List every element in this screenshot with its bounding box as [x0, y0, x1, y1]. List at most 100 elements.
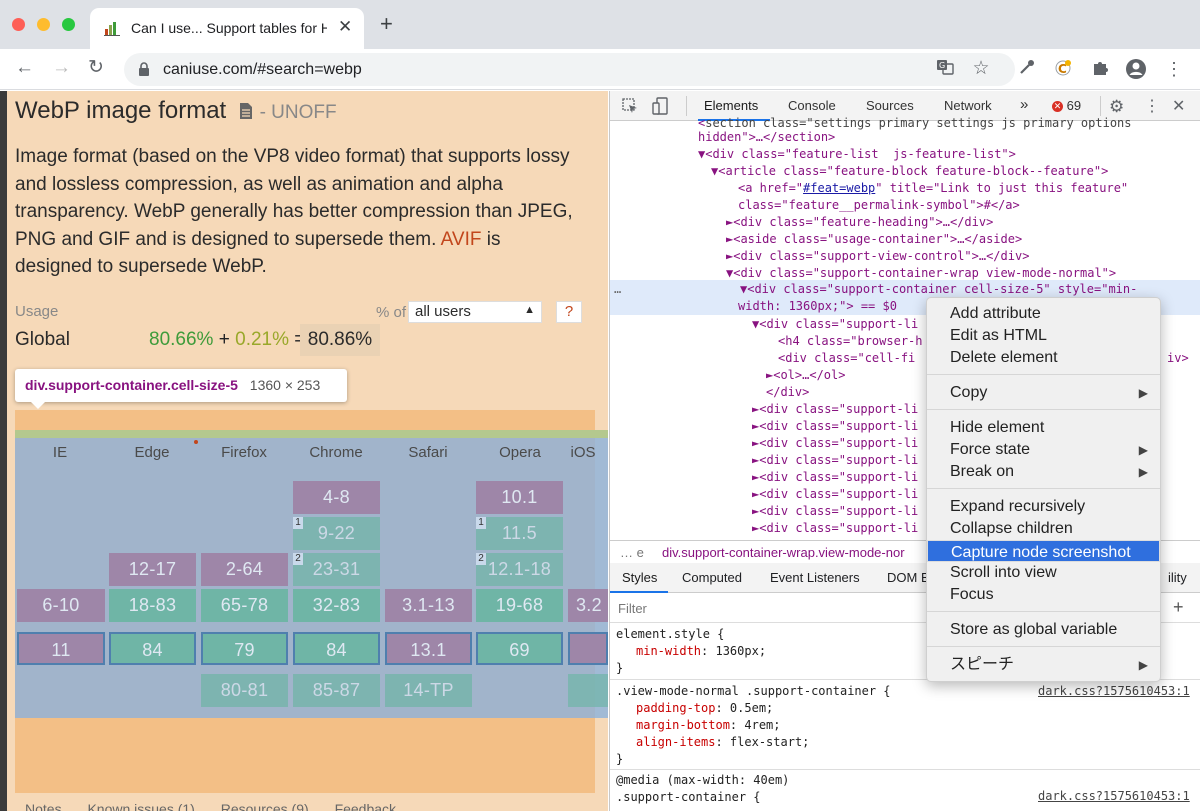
translate-icon[interactable]: G [934, 58, 956, 80]
support-cell[interactable]: 85-87 [293, 674, 380, 707]
tab-computed[interactable]: Computed [682, 570, 742, 585]
dom-line[interactable]: ►<div class="feature-heading">…</div> [726, 214, 993, 231]
note-badge[interactable]: 2 [476, 553, 486, 565]
stylesheet-source-link[interactable]: dark.css?1575610453:1 [1038, 789, 1190, 803]
dom-line[interactable]: ▼<article class="feature-block feature-b… [711, 163, 1108, 180]
dom-line[interactable]: <a href="#feat=webp" title="Link to just… [738, 180, 1128, 197]
support-cell[interactable]: 19-68 [476, 589, 563, 622]
support-cell[interactable]: 23-31 [293, 553, 380, 586]
dom-line[interactable]: ►<div class="support-view-control">…</di… [726, 248, 1029, 265]
users-select[interactable]: all users ▲ [408, 301, 542, 323]
reload-button[interactable]: ↻ [88, 58, 104, 78]
support-cell[interactable]: 18-83 [109, 589, 196, 622]
stylesheet-source-link[interactable]: dark.css?1575610453:1 [1038, 684, 1190, 698]
breadcrumb-item[interactable]: div.support-container-wrap.view-mode-nor [662, 545, 905, 560]
tab-feedback[interactable]: Feedback [335, 801, 396, 811]
extension-c-icon[interactable]: C [1052, 58, 1074, 80]
browser-tab[interactable]: Can I use... Support tables for H ✕ [90, 8, 364, 49]
menu-item-hide-element[interactable]: Hide element [927, 417, 1160, 439]
menu-item-speech[interactable]: スピーチ ▶ [927, 654, 1160, 676]
dom-line[interactable]: <h4 class="browser-h [778, 333, 923, 350]
support-cell-current[interactable]: 84 [109, 632, 196, 665]
rule-declaration[interactable]: align-items: flex-start; [616, 734, 891, 751]
dom-line[interactable]: </div> [766, 384, 809, 401]
dom-line[interactable]: <div class="cell-fi [778, 350, 915, 367]
tab-styles[interactable]: Styles [622, 570, 657, 585]
tab-accessibility[interactable]: ility [1168, 570, 1187, 585]
dom-line[interactable]: ►<div class="support-li [752, 520, 918, 537]
rule-selector[interactable]: .support-container { [616, 789, 789, 806]
devtools-menu-icon[interactable]: ⋮ [1144, 96, 1160, 116]
menu-item-edit-as-html[interactable]: Edit as HTML [927, 325, 1160, 347]
settings-gear-icon[interactable]: ⚙ [1109, 97, 1124, 117]
support-cell[interactable]: 3.2 [568, 589, 608, 622]
support-cell-current[interactable]: 84 [293, 632, 380, 665]
menu-item-add-attribute[interactable]: Add attribute [927, 303, 1160, 325]
dom-line[interactable]: ►<div class="support-li [752, 452, 918, 469]
menu-item-focus[interactable]: Focus [927, 584, 1160, 606]
note-badge[interactable]: 2 [293, 553, 303, 565]
tab-elements[interactable]: Elements [704, 98, 758, 113]
dom-line[interactable]: hidden">…</section> [698, 129, 835, 146]
rule-declaration[interactable]: min-width: 1360px; [616, 643, 766, 660]
tab-console[interactable]: Console [788, 98, 836, 113]
support-cell-current[interactable]: 79 [201, 632, 288, 665]
rule-selector[interactable]: element.style { [616, 626, 766, 643]
dom-line[interactable]: class="feature__permalink-symbol">#</a> [738, 197, 1020, 214]
address-bar[interactable]: caniuse.com/#search=webp G ☆ [124, 53, 1015, 86]
tab-close-icon[interactable]: ✕ [338, 17, 352, 37]
avif-link[interactable]: AVIF [441, 229, 482, 250]
dom-line-selected[interactable]: ▼<div class="support-container cell-size… [740, 281, 1137, 298]
breadcrumb-prefix[interactable]: … e [620, 545, 644, 560]
menu-item-break-on[interactable]: Break on ▶ [927, 461, 1160, 483]
support-cell[interactable] [568, 674, 608, 707]
support-cell[interactable]: 12.1-18 [476, 553, 563, 586]
support-cell[interactable]: 11.5 [476, 517, 563, 550]
menu-item-delete-element[interactable]: Delete element [927, 347, 1160, 369]
support-cell-current[interactable]: 69 [476, 632, 563, 665]
dom-line-selected[interactable]: width: 1360px;"> == $0 [738, 298, 897, 315]
dom-line[interactable]: ►<ol>…</ol> [766, 367, 845, 384]
support-cell[interactable]: 3.1-13 [385, 589, 472, 622]
help-button[interactable]: ? [556, 301, 582, 323]
support-cell-current[interactable]: 13.1 [385, 632, 472, 665]
support-cell-current[interactable] [568, 632, 608, 665]
styles-filter-input[interactable]: Filter [618, 601, 647, 616]
node-ellipsis[interactable]: … [614, 281, 621, 298]
dom-line[interactable]: iv> [1167, 350, 1189, 367]
close-window-button[interactable] [12, 18, 25, 31]
menu-item-copy[interactable]: Copy ▶ [927, 382, 1160, 404]
maximize-window-button[interactable] [62, 18, 75, 31]
rule-selector[interactable]: .view-mode-normal .support-container { [616, 683, 891, 700]
menu-item-store-as-global[interactable]: Store as global variable [927, 619, 1160, 641]
new-tab-button[interactable]: + [380, 13, 393, 35]
support-cell-current[interactable]: 11 [17, 632, 105, 665]
dom-line[interactable]: ►<div class="support-li [752, 418, 918, 435]
menu-item-expand-recursively[interactable]: Expand recursively [927, 496, 1160, 518]
menu-item-force-state[interactable]: Force state ▶ [927, 439, 1160, 461]
tab-notes[interactable]: Notes [25, 801, 62, 811]
dom-line[interactable]: ►<div class="support-li [752, 401, 918, 418]
tab-known-issues[interactable]: Known issues (1) [87, 801, 194, 811]
menu-item-collapse-children[interactable]: Collapse children [927, 518, 1160, 540]
tab-event-listeners[interactable]: Event Listeners [770, 570, 860, 585]
support-cell[interactable]: 14-TP [385, 674, 472, 707]
dom-line[interactable]: ►<div class="support-li [752, 469, 918, 486]
minimize-window-button[interactable] [37, 18, 50, 31]
menu-item-scroll-into-view[interactable]: Scroll into view [927, 562, 1160, 584]
rule-declaration[interactable]: padding-top: 0.5em; [616, 700, 891, 717]
support-cell[interactable]: 9-22 [293, 517, 380, 550]
new-style-rule-icon[interactable]: + [1173, 597, 1184, 618]
support-cell[interactable]: 32-83 [293, 589, 380, 622]
dom-line[interactable]: ►<div class="support-li [752, 503, 918, 520]
more-icon[interactable]: ⋮ [1163, 58, 1185, 80]
support-cell[interactable]: 10.1 [476, 481, 563, 514]
rule-declaration[interactable]: margin-bottom: 4rem; [616, 717, 891, 734]
dom-line[interactable]: ►<div class="support-li [752, 486, 918, 503]
support-cell[interactable]: 65-78 [201, 589, 288, 622]
dom-line[interactable]: ►<aside class="usage-container">…</aside… [726, 231, 1022, 248]
dom-line[interactable]: ►<div class="support-li [752, 435, 918, 452]
href-link[interactable]: #feat=webp [803, 181, 875, 195]
star-icon[interactable]: ☆ [970, 58, 992, 80]
forward-button[interactable]: → [52, 58, 71, 78]
